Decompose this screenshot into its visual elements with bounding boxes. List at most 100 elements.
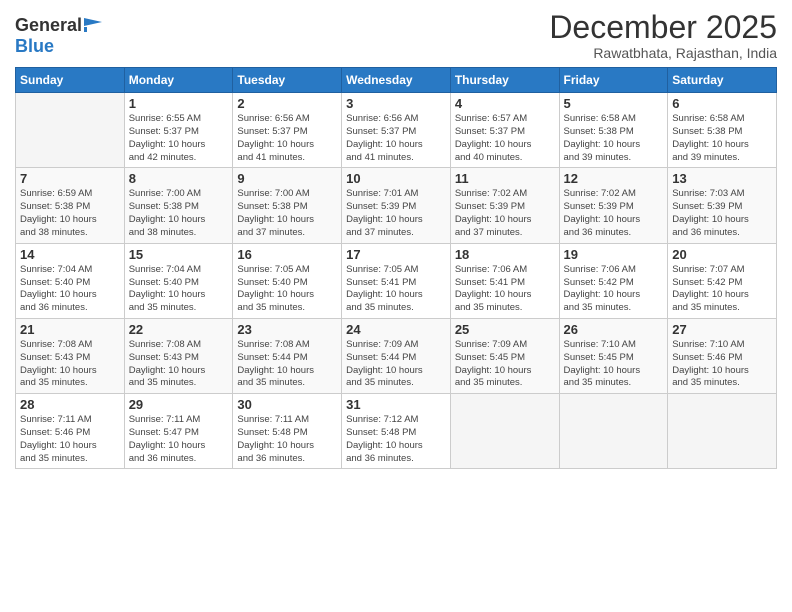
calendar-cell: 5Sunrise: 6:58 AM Sunset: 5:38 PM Daylig… [559,93,668,168]
day-info: Sunrise: 7:10 AM Sunset: 5:45 PM Dayligh… [564,339,664,390]
day-number: 13 [672,171,772,186]
calendar-header-row: SundayMondayTuesdayWednesdayThursdayFrid… [16,68,777,93]
day-info: Sunrise: 7:07 AM Sunset: 5:42 PM Dayligh… [672,264,772,315]
logo-flag-icon [84,18,102,32]
day-number: 12 [564,171,664,186]
day-number: 30 [237,397,337,412]
calendar-cell: 3 Sunrise: 6:56 AM Sunset: 5:37 PM Daylig… [342,93,451,168]
logo-blue-text: Blue [15,36,54,57]
calendar-cell: 2 Sunrise: 6:56 AM Sunset: 5:37 PM Daylig… [233,93,342,168]
day-info: Sunrise: 7:11 AM Sunset: 5:48 PM Dayligh… [237,414,337,465]
calendar-cell: 26 Sunrise: 7:10 AM Sunset: 5:45 PM Dayli… [559,318,668,393]
calendar-cell: 16Sunrise: 7:05 AM Sunset: 5:40 PM Dayli… [233,243,342,318]
day-number: 18 [455,247,555,262]
calendar-cell: 4 Sunrise: 6:57 AM Sunset: 5:37 PM Daylig… [450,93,559,168]
calendar-cell [668,394,777,469]
calendar-cell [450,394,559,469]
day-info: Sunrise: 7:04 AM Sunset: 5:40 PM Dayligh… [20,264,120,315]
day-info: Sunrise: 7:08 AM Sunset: 5:44 PM Dayligh… [237,339,337,390]
calendar-header-tuesday: Tuesday [233,68,342,93]
calendar-cell: 21 Sunrise: 7:08 AM Sunset: 5:43 PM Dayli… [16,318,125,393]
day-number: 24 [346,322,446,337]
day-number: 25 [455,322,555,337]
calendar-cell: 25 Sunrise: 7:09 AM Sunset: 5:45 PM Dayli… [450,318,559,393]
day-number: 22 [129,322,229,337]
calendar-header-friday: Friday [559,68,668,93]
calendar-cell: 22 Sunrise: 7:08 AM Sunset: 5:43 PM Dayli… [124,318,233,393]
day-info: Sunrise: 7:02 AM Sunset: 5:39 PM Dayligh… [455,188,555,239]
calendar-cell: 18Sunrise: 7:06 AM Sunset: 5:41 PM Dayli… [450,243,559,318]
day-number: 2 [237,96,337,111]
day-info: Sunrise: 7:09 AM Sunset: 5:44 PM Dayligh… [346,339,446,390]
calendar-cell: 6 Sunrise: 6:58 AM Sunset: 5:38 PM Daylig… [668,93,777,168]
calendar-cell [16,93,125,168]
day-number: 11 [455,171,555,186]
calendar-cell: 31 Sunrise: 7:12 AM Sunset: 5:48 PM Dayli… [342,394,451,469]
calendar-cell: 7Sunrise: 6:59 AM Sunset: 5:38 PM Daylig… [16,168,125,243]
day-info: Sunrise: 6:56 AM Sunset: 5:37 PM Dayligh… [237,113,337,164]
day-number: 4 [455,96,555,111]
day-info: Sunrise: 7:06 AM Sunset: 5:42 PM Dayligh… [564,264,664,315]
day-info: Sunrise: 7:05 AM Sunset: 5:41 PM Dayligh… [346,264,446,315]
month-title: December 2025 [549,10,777,45]
day-info: Sunrise: 7:08 AM Sunset: 5:43 PM Dayligh… [129,339,229,390]
day-info: Sunrise: 7:08 AM Sunset: 5:43 PM Dayligh… [20,339,120,390]
calendar-header-thursday: Thursday [450,68,559,93]
day-info: Sunrise: 7:11 AM Sunset: 5:47 PM Dayligh… [129,414,229,465]
day-number: 14 [20,247,120,262]
day-number: 31 [346,397,446,412]
calendar-cell: 15 Sunrise: 7:04 AM Sunset: 5:40 PM Dayli… [124,243,233,318]
header: General Blue December 2025 Rawatbhata, R… [15,10,777,61]
day-number: 19 [564,247,664,262]
day-info: Sunrise: 6:56 AM Sunset: 5:37 PM Dayligh… [346,113,446,164]
logo: General Blue [15,15,102,57]
calendar-cell: 13 Sunrise: 7:03 AM Sunset: 5:39 PM Dayli… [668,168,777,243]
calendar-cell: 1 Sunrise: 6:55 AM Sunset: 5:37 PM Daylig… [124,93,233,168]
day-number: 15 [129,247,229,262]
day-number: 10 [346,171,446,186]
calendar-week-row: 28Sunrise: 7:11 AM Sunset: 5:46 PM Dayli… [16,394,777,469]
day-number: 3 [346,96,446,111]
calendar-week-row: 1 Sunrise: 6:55 AM Sunset: 5:37 PM Daylig… [16,93,777,168]
calendar-header-sunday: Sunday [16,68,125,93]
day-number: 21 [20,322,120,337]
day-info: Sunrise: 6:58 AM Sunset: 5:38 PM Dayligh… [564,113,664,164]
day-info: Sunrise: 7:05 AM Sunset: 5:40 PM Dayligh… [237,264,337,315]
day-number: 1 [129,96,229,111]
day-info: Sunrise: 7:03 AM Sunset: 5:39 PM Dayligh… [672,188,772,239]
day-info: Sunrise: 7:09 AM Sunset: 5:45 PM Dayligh… [455,339,555,390]
calendar-week-row: 7Sunrise: 6:59 AM Sunset: 5:38 PM Daylig… [16,168,777,243]
calendar-cell: 14 Sunrise: 7:04 AM Sunset: 5:40 PM Dayli… [16,243,125,318]
page: General Blue December 2025 Rawatbhata, R… [0,0,792,612]
day-info: Sunrise: 7:04 AM Sunset: 5:40 PM Dayligh… [129,264,229,315]
day-number: 7 [20,171,120,186]
calendar-table: SundayMondayTuesdayWednesdayThursdayFrid… [15,67,777,469]
day-info: Sunrise: 7:12 AM Sunset: 5:48 PM Dayligh… [346,414,446,465]
day-number: 26 [564,322,664,337]
title-section: December 2025 Rawatbhata, Rajasthan, Ind… [549,10,777,61]
day-number: 9 [237,171,337,186]
calendar-cell: 12Sunrise: 7:02 AM Sunset: 5:39 PM Dayli… [559,168,668,243]
calendar-week-row: 21 Sunrise: 7:08 AM Sunset: 5:43 PM Dayli… [16,318,777,393]
calendar-cell: 8 Sunrise: 7:00 AM Sunset: 5:38 PM Daylig… [124,168,233,243]
calendar-cell: 23 Sunrise: 7:08 AM Sunset: 5:44 PM Dayli… [233,318,342,393]
day-number: 23 [237,322,337,337]
calendar-cell: 19 Sunrise: 7:06 AM Sunset: 5:42 PM Dayli… [559,243,668,318]
calendar-header-monday: Monday [124,68,233,93]
day-info: Sunrise: 6:58 AM Sunset: 5:38 PM Dayligh… [672,113,772,164]
day-info: Sunrise: 6:57 AM Sunset: 5:37 PM Dayligh… [455,113,555,164]
logo-general-text: General [15,15,82,36]
calendar-cell: 17Sunrise: 7:05 AM Sunset: 5:41 PM Dayli… [342,243,451,318]
day-info: Sunrise: 7:01 AM Sunset: 5:39 PM Dayligh… [346,188,446,239]
calendar-cell: 9 Sunrise: 7:00 AM Sunset: 5:38 PM Daylig… [233,168,342,243]
calendar-cell: 27Sunrise: 7:10 AM Sunset: 5:46 PM Dayli… [668,318,777,393]
location-title: Rawatbhata, Rajasthan, India [549,45,777,61]
day-info: Sunrise: 7:00 AM Sunset: 5:38 PM Dayligh… [237,188,337,239]
day-info: Sunrise: 7:00 AM Sunset: 5:38 PM Dayligh… [129,188,229,239]
calendar-cell [559,394,668,469]
day-number: 6 [672,96,772,111]
day-info: Sunrise: 6:55 AM Sunset: 5:37 PM Dayligh… [129,113,229,164]
calendar-cell: 28Sunrise: 7:11 AM Sunset: 5:46 PM Dayli… [16,394,125,469]
day-number: 8 [129,171,229,186]
calendar-cell: 29Sunrise: 7:11 AM Sunset: 5:47 PM Dayli… [124,394,233,469]
